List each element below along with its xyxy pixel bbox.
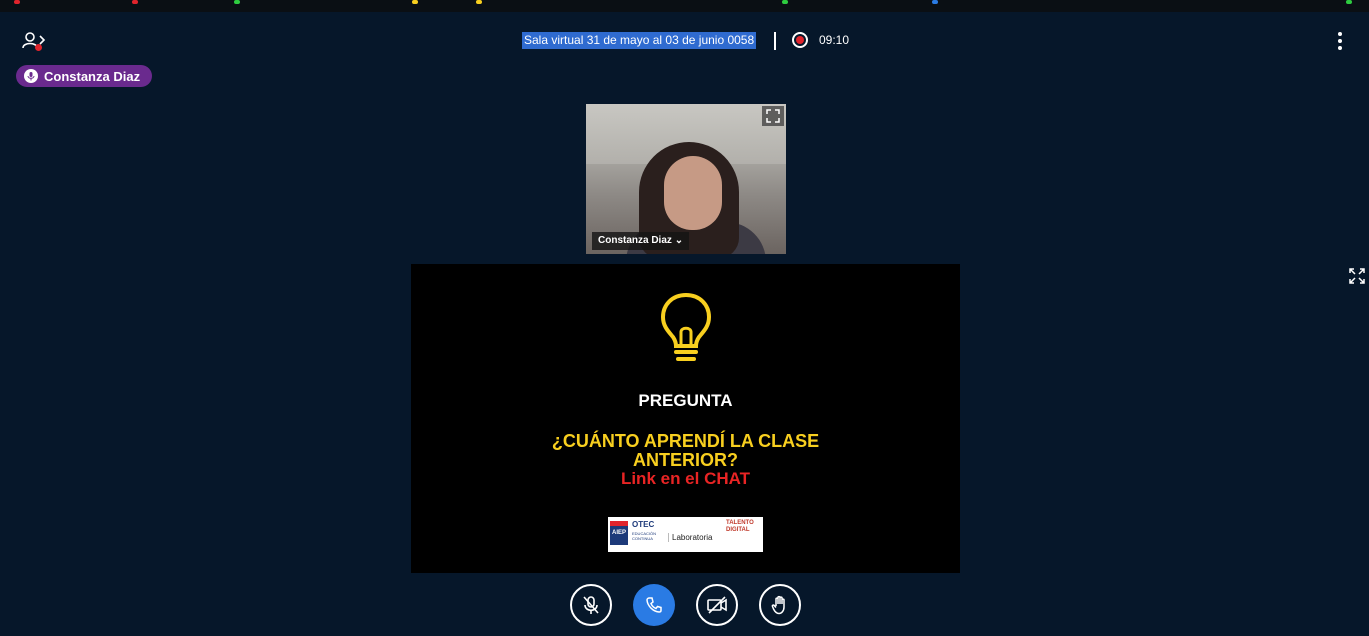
raise-hand-icon bbox=[771, 595, 785, 615]
tab-indicator bbox=[412, 0, 418, 4]
users-list-toggle[interactable] bbox=[20, 30, 50, 56]
laboratoria-logo: Laboratoria bbox=[668, 533, 712, 542]
webcam-person-face bbox=[664, 156, 722, 230]
fullscreen-icon[interactable] bbox=[762, 106, 784, 126]
record-icon[interactable] bbox=[792, 32, 808, 48]
notification-dot bbox=[35, 44, 42, 51]
raise-hand-button[interactable] bbox=[759, 584, 801, 626]
microphone-off-icon bbox=[583, 596, 599, 614]
browser-tab-strip bbox=[0, 0, 1369, 12]
otec-logo: OTEC bbox=[632, 520, 655, 529]
webcam-video: Constanza Diaz ⌄ bbox=[586, 104, 786, 254]
phone-icon bbox=[646, 597, 662, 613]
sponsor-logos: AIEP OTEC EDUCACIÓN CONTINUA Laboratoria… bbox=[608, 517, 763, 552]
recording-timer: 09:10 bbox=[819, 33, 850, 47]
tab-indicator bbox=[782, 0, 788, 4]
slide-question-line: ¿CUÁNTO APRENDÍ LA CLASE bbox=[551, 431, 820, 451]
camera-off-icon bbox=[707, 596, 727, 614]
mute-button[interactable] bbox=[570, 584, 612, 626]
meeting-title: Sala virtual 31 de mayo al 03 de junio 0… bbox=[522, 32, 757, 49]
chevron-down-icon: ⌄ bbox=[674, 235, 684, 246]
tab-indicator bbox=[132, 0, 138, 4]
webcam-name-label: Constanza Diaz bbox=[598, 235, 672, 246]
talking-user-name: Constanza Diaz bbox=[44, 68, 141, 84]
tab-indicator bbox=[234, 0, 240, 4]
users-toggle-icon bbox=[22, 32, 46, 49]
presentation-slide: PREGUNTA ¿CUÁNTO APRENDÍ LA CLASE ANTERI… bbox=[411, 264, 960, 573]
action-bar bbox=[570, 584, 802, 628]
microphone-icon bbox=[24, 69, 38, 83]
presentation-fullscreen-button[interactable] bbox=[1349, 268, 1365, 284]
slide-heading: PREGUNTA bbox=[638, 391, 733, 410]
share-webcam-button[interactable] bbox=[696, 584, 738, 626]
talking-indicator[interactable]: Constanza Diaz bbox=[16, 65, 153, 87]
tab-indicator bbox=[932, 0, 938, 4]
leave-audio-button[interactable] bbox=[633, 584, 675, 626]
aiep-logo: AIEP bbox=[610, 521, 628, 545]
tab-indicator bbox=[1346, 0, 1352, 4]
slide-question: ¿CUÁNTO APRENDÍ LA CLASE ANTERIOR? bbox=[411, 432, 960, 470]
otec-subtitle: EDUCACIÓN CONTINUA bbox=[632, 531, 657, 541]
text-cursor bbox=[774, 32, 776, 50]
lightbulb-icon bbox=[660, 292, 712, 361]
tab-indicator bbox=[476, 0, 482, 4]
webcam-user-name[interactable]: Constanza Diaz ⌄ bbox=[592, 232, 690, 250]
fullscreen-icon bbox=[1349, 268, 1365, 284]
talento-digital-logo: TALENTO DIGITAL bbox=[726, 520, 754, 533]
slide-link-text: Link en el CHAT bbox=[620, 469, 751, 488]
tab-indicator bbox=[14, 0, 20, 4]
more-options-icon[interactable] bbox=[1333, 31, 1347, 51]
slide-question-line: ANTERIOR? bbox=[633, 450, 738, 470]
